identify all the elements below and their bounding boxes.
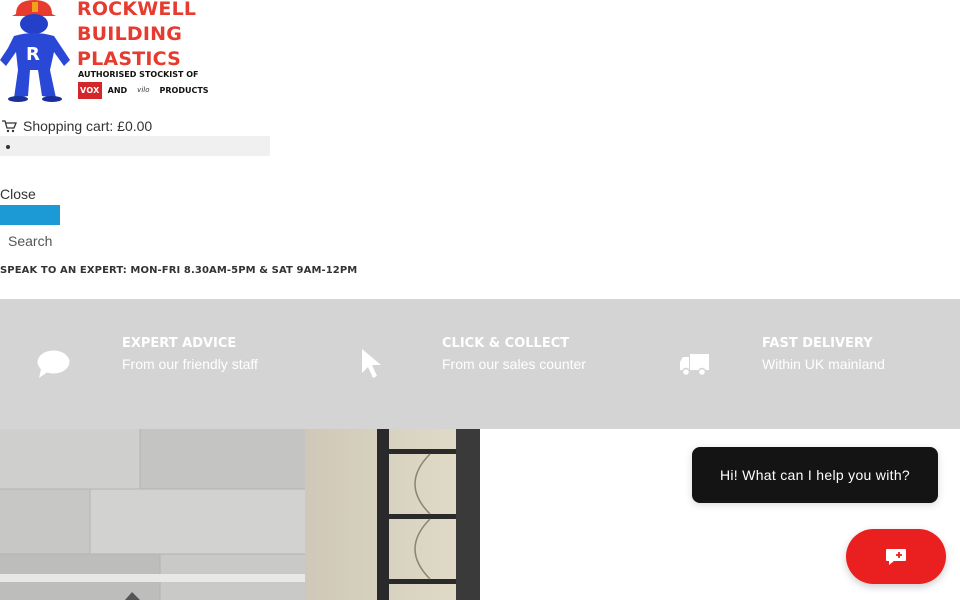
search-submit-button[interactable] bbox=[0, 205, 60, 225]
logo-products: PRODUCTS bbox=[159, 85, 209, 95]
feature-subtitle: From our friendly staff bbox=[122, 356, 258, 372]
cart-icon bbox=[2, 119, 17, 132]
site-logo[interactable]: R ROCKWELL BUILDING PLASTICS AUTHORISED … bbox=[0, 0, 210, 104]
shopping-cart-link[interactable]: Shopping cart: £0.00 bbox=[2, 118, 152, 134]
mascot-logo-icon: R bbox=[0, 0, 70, 102]
menu-bullet bbox=[6, 145, 10, 149]
logo-wordmark: ROCKWELL BUILDING PLASTICS bbox=[77, 0, 196, 72]
vox-brand-badge: VOX bbox=[78, 81, 102, 99]
logo-line: ROCKWELL bbox=[77, 0, 197, 20]
logo-line: PLASTICS bbox=[77, 48, 182, 70]
cart-label: Shopping cart: £0.00 bbox=[23, 118, 153, 134]
svg-text:R: R bbox=[26, 44, 40, 65]
hero-image-art bbox=[0, 429, 480, 600]
feature-title: CLICK & COLLECT bbox=[442, 336, 570, 351]
logo-line: BUILDING bbox=[77, 23, 183, 45]
truck-icon bbox=[680, 354, 709, 377]
vilo-brand: vilo bbox=[137, 86, 150, 94]
hero-bathroom-image bbox=[0, 429, 480, 600]
feature-title: EXPERT ADVICE bbox=[122, 336, 237, 351]
logo-and: AND bbox=[107, 85, 128, 95]
logo-brands: VOX AND vilo PRODUCTS bbox=[78, 81, 209, 99]
chat-greeting-bubble[interactable]: Hi! What can I help you with? bbox=[692, 447, 938, 503]
open-chat-button[interactable] bbox=[846, 529, 946, 584]
chat-bubble-icon bbox=[886, 548, 906, 565]
features-band: EXPERT ADVICE From our friendly staff CL… bbox=[0, 299, 960, 429]
nav-menu[interactable] bbox=[0, 136, 270, 156]
feature-subtitle: Within UK mainland bbox=[762, 356, 885, 372]
feature-subtitle: From our sales counter bbox=[442, 356, 586, 372]
cursor-icon bbox=[362, 349, 381, 378]
expert-hours-text: SPEAK TO AN EXPERT: MON-FRI 8.30AM-5PM &… bbox=[0, 265, 358, 276]
feature-title: FAST DELIVERY bbox=[762, 336, 873, 351]
chat-icon bbox=[37, 350, 70, 378]
logo-tagline: AUTHORISED STOCKIST OF bbox=[78, 70, 199, 79]
close-button[interactable]: Close bbox=[0, 186, 36, 202]
search-input[interactable] bbox=[0, 230, 216, 252]
